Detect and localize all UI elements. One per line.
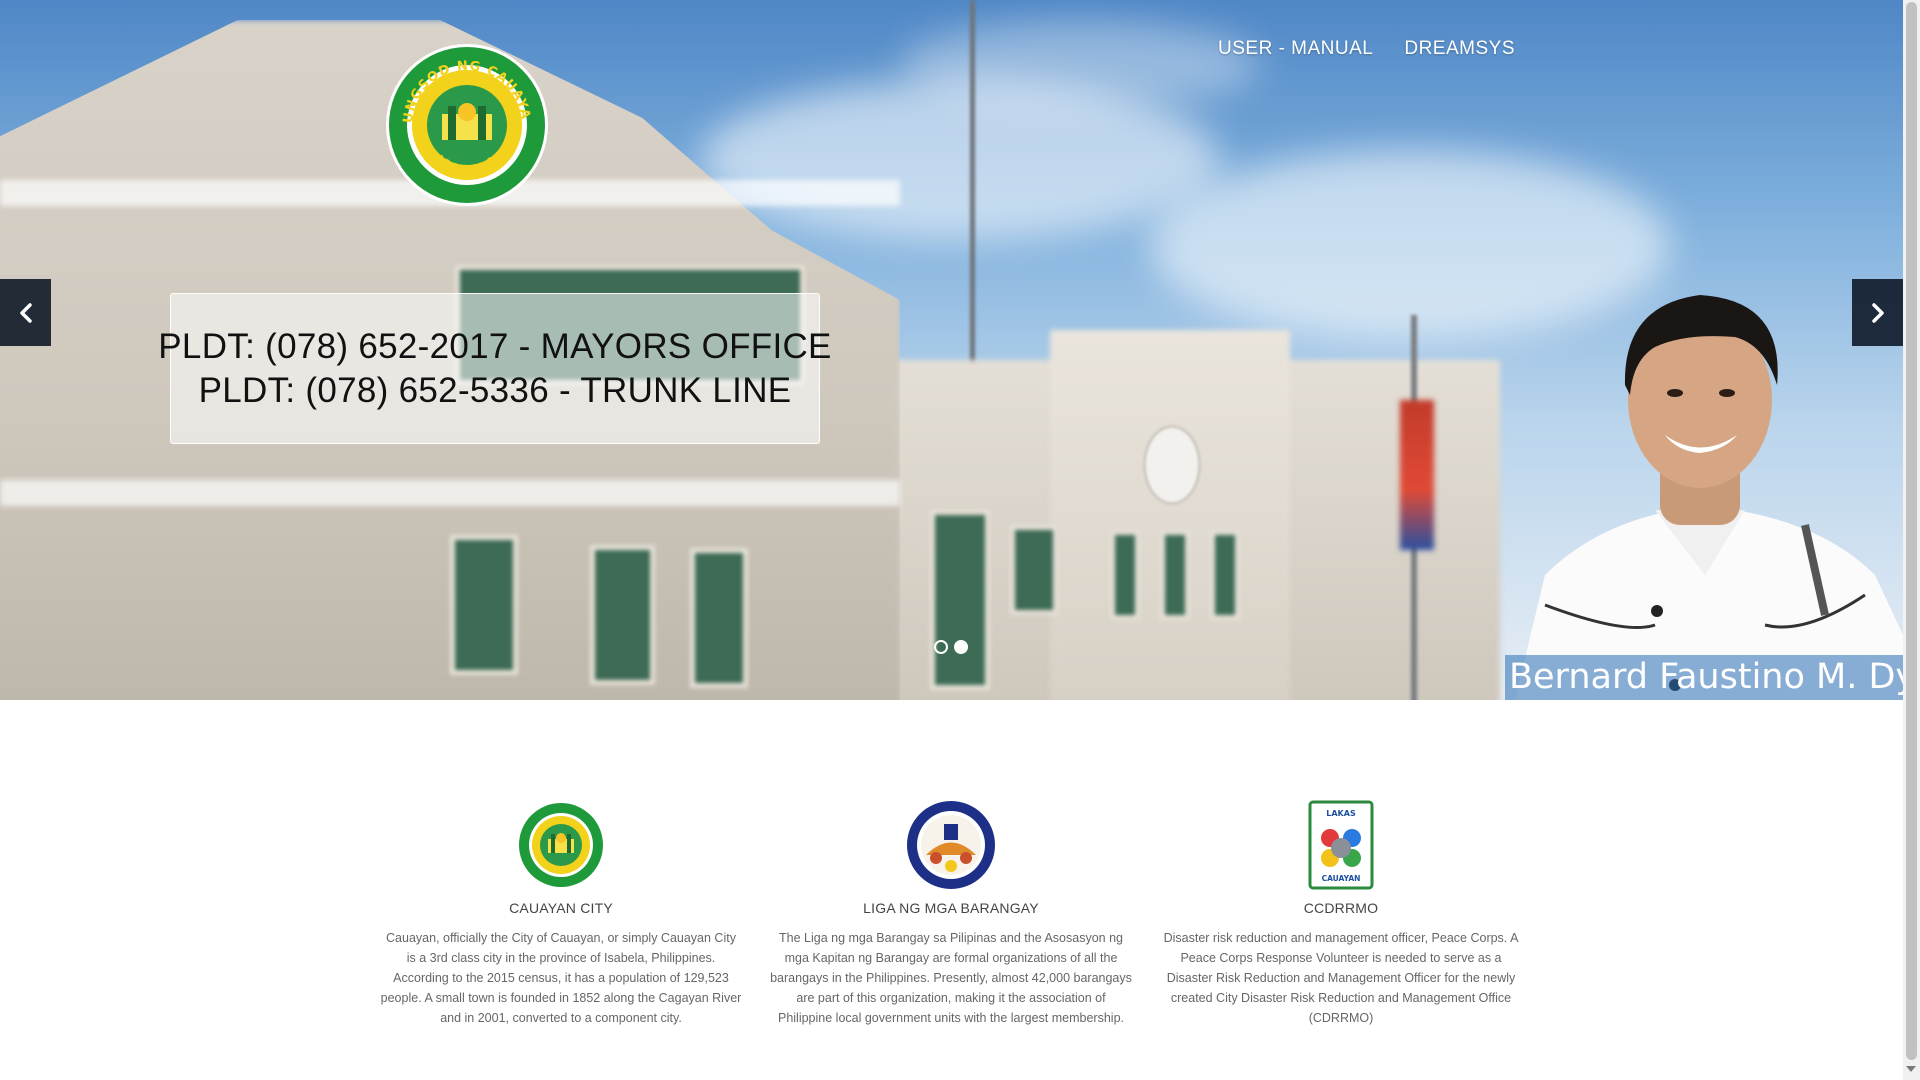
city-seal-logo: LUNGSOD NG CAUAYAN ISABELA: [384, 42, 548, 206]
building-window: [1110, 530, 1140, 620]
flag: [1400, 400, 1434, 550]
city-seal-icon: [517, 801, 605, 889]
building-band: [0, 480, 900, 506]
feature-description: The Liga ng mga Barangay sa Pilipinas an…: [770, 931, 1132, 1025]
lakas-cauayan-logo-icon: LAKAS CAUAYAN: [1308, 800, 1374, 890]
nav-user-manual-link[interactable]: USER - MANUAL: [1218, 38, 1373, 60]
feature-title: CAUAYAN CITY: [509, 900, 613, 916]
feature-description: Disaster risk reduction and management o…: [1163, 931, 1519, 1025]
building-window: [1160, 530, 1190, 620]
carousel-indicator-1[interactable]: [934, 640, 948, 654]
feature-ccdrrmo: LAKAS CAUAYAN CCDRRMO Disaster risk redu…: [1160, 800, 1522, 1028]
mayor-portrait: [1515, 295, 1903, 700]
scroll-down-arrow-icon[interactable]: [1906, 1066, 1916, 1072]
clock-tower-face: [1143, 425, 1201, 505]
mayor-name-banner: Bernard Faustino M. Dy: [1505, 655, 1903, 700]
building-window: [1010, 525, 1058, 615]
carousel-prev-button[interactable]: [0, 279, 51, 346]
scrollbar-thumb[interactable]: [1906, 2, 1917, 1060]
carousel-indicator-2[interactable]: [954, 640, 968, 654]
sky-cloud: [700, 80, 1220, 240]
feature-title: LIGA NG MGA BARANGAY: [863, 900, 1039, 916]
liga-seal-icon: [907, 801, 995, 889]
building-window: [1210, 530, 1240, 620]
feature-cauayan-city: CAUAYAN CITY Cauayan, officially the Cit…: [380, 800, 742, 1028]
top-nav: USER - MANUAL DREAMSYS: [1218, 38, 1515, 60]
phone-trunk-line: PLDT: (078) 652-5336 - TRUNK LINE: [198, 370, 792, 410]
feature-title: CCDRRMO: [1303, 900, 1379, 916]
carousel-indicators: [934, 640, 968, 654]
antenna: [970, 0, 975, 400]
city-hall-tower: [1050, 330, 1290, 700]
nav-dreamsys-link[interactable]: DREAMSYS: [1404, 38, 1515, 60]
building-window: [690, 548, 748, 688]
contact-phone-box: PLDT: (078) 652-2017 - MAYORS OFFICE PLD…: [158, 293, 831, 444]
feature-description: Cauayan, officially the City of Cauayan,…: [380, 931, 742, 1025]
building-window: [930, 510, 990, 690]
building-window: [590, 545, 655, 685]
svg-text:LAKAS: LAKAS: [1326, 809, 1356, 818]
features-section: CAUAYAN CITY Cauayan, officially the Cit…: [380, 800, 1522, 1028]
phone-mayors-office: PLDT: (078) 652-2017 - MAYORS OFFICE: [158, 326, 832, 366]
chevron-left-icon: [19, 302, 32, 323]
feature-liga-ng-mga-barangay: LIGA NG MGA BARANGAY The Liga ng mga Bar…: [770, 800, 1132, 1028]
building-window: [450, 535, 518, 675]
svg-text:CAUAYAN: CAUAYAN: [1322, 874, 1361, 883]
